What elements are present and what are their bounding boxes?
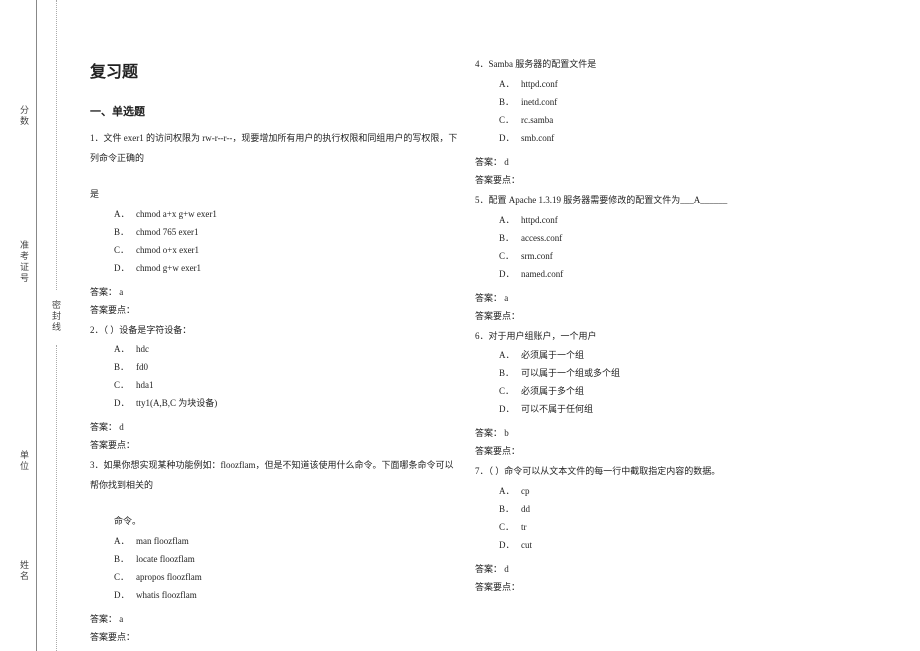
opt-label-c: C． (114, 241, 136, 259)
q7-optC: tr (521, 522, 527, 532)
q5-explain: 答案要点： (475, 307, 875, 325)
q3-stem-cont: 命令。 (90, 512, 460, 532)
q7-options: A．cp B．dd C．tr D．cut (475, 482, 875, 554)
q1-optC: chmod o+x exer1 (136, 245, 199, 255)
margin-label-score: 分数 (18, 105, 31, 127)
q3-explain: 答案要点： (90, 628, 460, 646)
q4-optD: smb.conf (521, 133, 554, 143)
q5-number: 5． (475, 195, 489, 205)
dotted-line-bottom (56, 345, 57, 651)
q1-optA: chmod a+x g+w exer1 (136, 209, 217, 219)
q1-number: 1． (90, 133, 104, 143)
q6-optD: 可以不属于任何组 (521, 404, 593, 414)
q1-optB: chmod 765 exer1 (136, 227, 198, 237)
q6-optC: 必须属于多个组 (521, 386, 584, 396)
q2-optA: hdc (136, 344, 149, 354)
q1-stem-cont: 是 (90, 185, 460, 205)
q3-answer: 答案： a (90, 610, 460, 628)
q4-optA: httpd.conf (521, 79, 558, 89)
margin-label-name: 姓名 (18, 560, 31, 582)
q1-explain: 答案要点： (90, 301, 460, 319)
q2-optB: fd0 (136, 362, 148, 372)
q4-answer: 答案： d (475, 153, 875, 171)
q4-text: Samba 服务器的配置文件是 (489, 59, 597, 69)
q6-options: A．必须属于一个组 B．可以属于一个组或多个组 C．必须属于多个组 D．可以不属… (475, 346, 875, 418)
q5-optD: named.conf (521, 269, 563, 279)
q3-optD: whatis floozflam (136, 590, 197, 600)
q1-options: A．chmod a+x g+w exer1 B．chmod 765 exer1 … (90, 205, 460, 277)
question-7: 7．（ ）命令可以从文本文件的每一行中截取指定内容的数据。 A．cp B．dd … (475, 462, 875, 596)
q5-options: A．httpd.conf B．access.conf C．srm.conf D．… (475, 211, 875, 283)
margin-label-unit: 单位 (18, 450, 31, 472)
exam-page: 分数 准考证号 单位 姓名 密封线 复习题 一、单选题 1．文件 exer1 的… (0, 0, 920, 651)
opt-label-b: B． (114, 223, 136, 241)
document-title: 复习题 (90, 60, 460, 86)
q6-explain: 答案要点： (475, 442, 875, 460)
q4-options: A．httpd.conf B．inetd.conf C．rc.samba D．s… (475, 75, 875, 147)
q3-number: 3． (90, 460, 104, 470)
q6-number: 6． (475, 331, 489, 341)
q7-optA: cp (521, 486, 530, 496)
q7-answer: 答案： d (475, 560, 875, 578)
q5-answer: 答案： a (475, 289, 875, 307)
q6-optA: 必须属于一个组 (521, 350, 584, 360)
q5-optB: access.conf (521, 233, 562, 243)
q6-optB: 可以属于一个组或多个组 (521, 368, 620, 378)
q7-explain: 答案要点： (475, 578, 875, 596)
q1-text: 文件 exer1 的访问权限为 rw-r--r--，现要增加所有用户的执行权限和… (90, 133, 457, 163)
q2-optC: hda1 (136, 380, 154, 390)
question-6: 6．对于用户组账户，一个用户 A．必须属于一个组 B．可以属于一个组或多个组 C… (475, 327, 875, 461)
q2-optD: tty1(A,B,C 为块设备) (136, 398, 217, 408)
opt-label-a: A． (114, 205, 136, 223)
q1-stem: 1．文件 exer1 的访问权限为 rw-r--r--，现要增加所有用户的执行权… (90, 129, 460, 169)
q7-optD: cut (521, 540, 532, 550)
q5-optA: httpd.conf (521, 215, 558, 225)
binding-margin: 分数 准考证号 单位 姓名 密封线 (0, 0, 60, 651)
q6-answer: 答案： b (475, 424, 875, 442)
q7-number: 7． (475, 466, 489, 476)
q4-number: 4． (475, 59, 489, 69)
question-1: 1．文件 exer1 的访问权限为 rw-r--r--，现要增加所有用户的执行权… (90, 129, 460, 318)
q2-answer: 答案： d (90, 418, 460, 436)
q2-options: A．hdc B．fd0 C．hda1 D．tty1(A,B,C 为块设备) (90, 340, 460, 412)
margin-label-examid: 准考证号 (18, 240, 31, 284)
dotted-line-top (56, 0, 57, 290)
q3-optA: man floozflam (136, 536, 189, 546)
q3-text: 如果你想实现某种功能例如：floozflam，但是不知道该使用什么命令。下面哪条… (90, 460, 454, 490)
opt-label-d: D． (114, 259, 136, 277)
q4-optC: rc.samba (521, 115, 553, 125)
q3-optC: apropos floozflam (136, 572, 202, 582)
question-2: 2．（ ）设备是字符设备： A．hdc B．fd0 C．hda1 D．tty1(… (90, 321, 460, 455)
q2-explain: 答案要点： (90, 436, 460, 454)
question-4: 4．Samba 服务器的配置文件是 A．httpd.conf B．inetd.c… (475, 55, 875, 189)
q5-text: 配置 Apache 1.3.19 服务器需要修改的配置文件为___A______ (489, 195, 728, 205)
q2-text: （ ）设备是字符设备： (104, 325, 192, 335)
q7-optB: dd (521, 504, 530, 514)
q1-optD: chmod g+w exer1 (136, 263, 201, 273)
q6-text: 对于用户组账户，一个用户 (489, 331, 597, 341)
q5-optC: srm.conf (521, 251, 553, 261)
question-3: 3．如果你想实现某种功能例如：floozflam，但是不知道该使用什么命令。下面… (90, 456, 460, 645)
seal-line-label: 密封线 (50, 300, 63, 333)
q4-optB: inetd.conf (521, 97, 557, 107)
question-5: 5．配置 Apache 1.3.19 服务器需要修改的配置文件为___A____… (475, 191, 875, 325)
q3-options: A．man floozflam B．locate floozflam C．apr… (90, 532, 460, 604)
q1-answer: 答案： a (90, 283, 460, 301)
q2-number: 2． (90, 325, 104, 335)
q3-optB: locate floozflam (136, 554, 195, 564)
vertical-rule (36, 0, 37, 651)
right-column: 4．Samba 服务器的配置文件是 A．httpd.conf B．inetd.c… (475, 55, 875, 598)
q7-text: （ ）命令可以从文本文件的每一行中截取指定内容的数据。 (489, 466, 721, 476)
q4-explain: 答案要点： (475, 171, 875, 189)
left-column: 复习题 一、单选题 1．文件 exer1 的访问权限为 rw-r--r--，现要… (90, 60, 460, 648)
section-title: 一、单选题 (90, 104, 460, 122)
